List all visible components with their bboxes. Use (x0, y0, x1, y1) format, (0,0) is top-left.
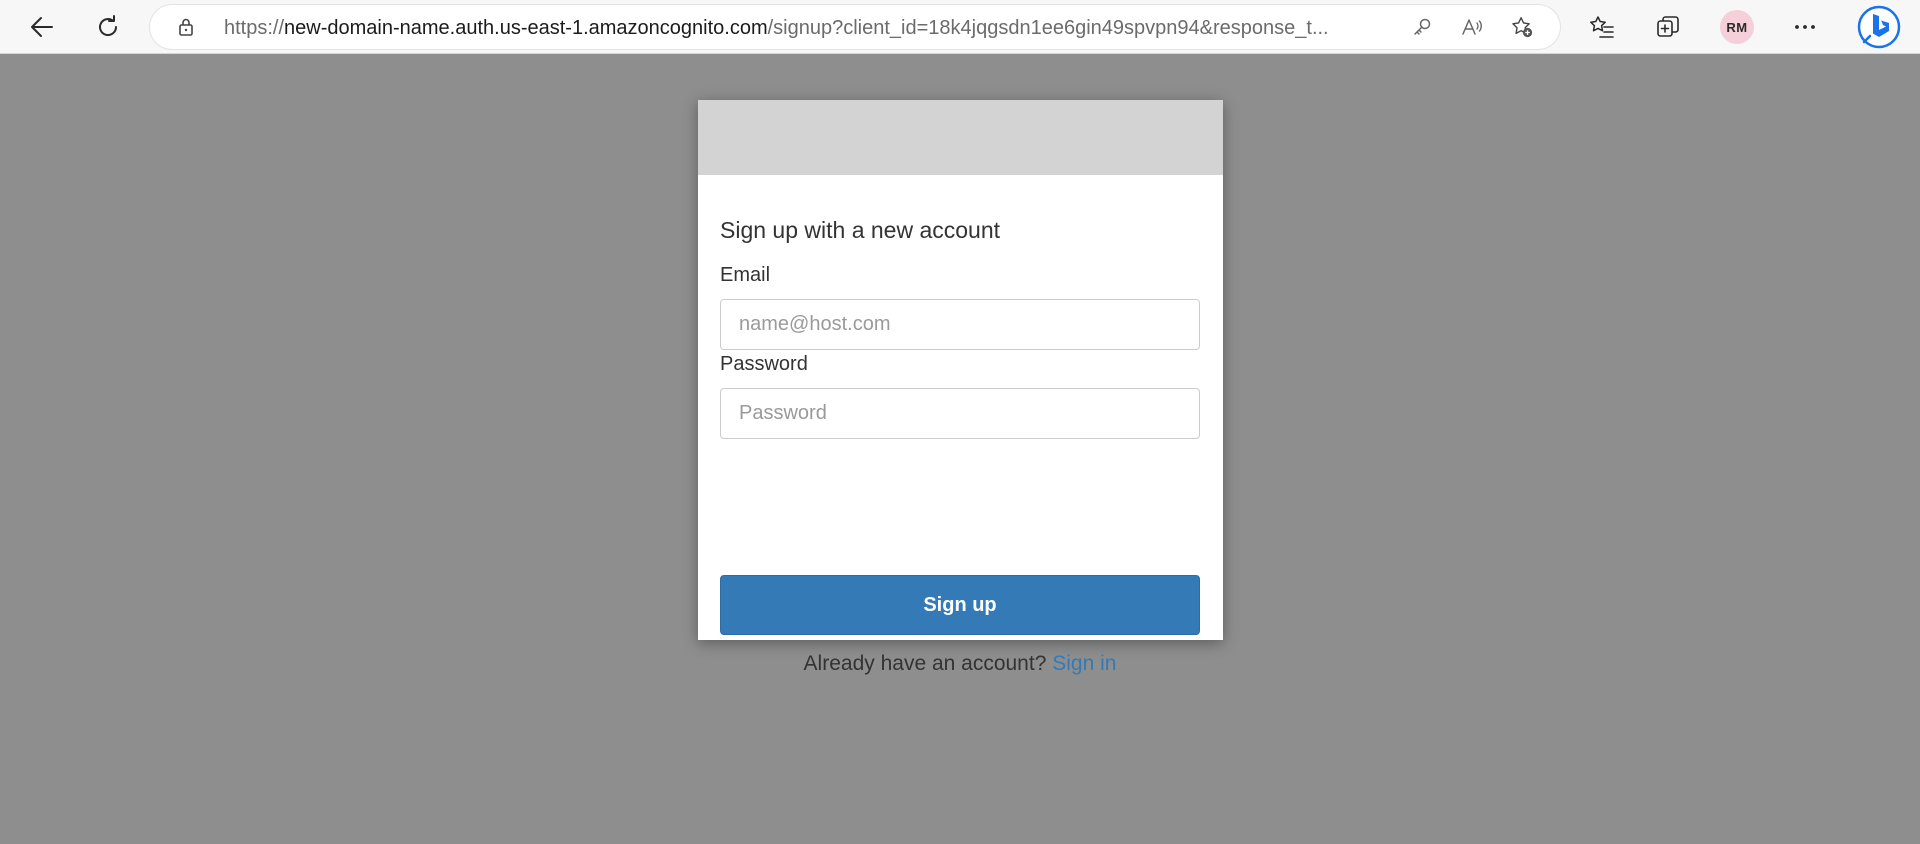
star-add-icon[interactable] (1510, 15, 1534, 39)
address-bar[interactable]: https://new-domain-name.auth.us-east-1.a… (150, 5, 1560, 49)
signin-prompt-row: Already have an account? Sign in (720, 652, 1200, 676)
form-title: Sign up with a new account (720, 217, 1001, 243)
collections-button[interactable] (1648, 7, 1688, 47)
lock-icon[interactable] (176, 17, 196, 37)
read-aloud-icon[interactable] (1460, 15, 1484, 39)
key-icon[interactable] (1410, 15, 1434, 39)
refresh-icon (95, 14, 121, 40)
card-banner (698, 100, 1223, 175)
favorites-icon (1589, 14, 1615, 40)
back-button[interactable] (22, 7, 62, 47)
url-prefix: https:// (224, 17, 285, 39)
signin-link[interactable]: Sign in (1052, 652, 1116, 675)
browser-toolbar: https://new-domain-name.auth.us-east-1.a… (0, 0, 1920, 54)
url-text[interactable]: https://new-domain-name.auth.us-east-1.a… (224, 17, 1386, 39)
password-field[interactable] (720, 388, 1200, 439)
bing-button[interactable] (1855, 3, 1903, 51)
email-field[interactable] (720, 299, 1200, 350)
email-label: Email (720, 264, 771, 286)
password-label: Password (720, 353, 808, 375)
more-button[interactable] (1785, 7, 1825, 47)
url-path: /signup?client_id=18k4jqgsdn1ee6gin49spv… (767, 17, 1329, 39)
arrow-left-icon (29, 14, 55, 40)
signin-prompt: Already have an account? (803, 652, 1047, 675)
refresh-button[interactable] (88, 7, 128, 47)
bing-icon (1856, 4, 1902, 50)
favorites-button[interactable] (1582, 7, 1622, 47)
signup-card: Sign up with a new account Email Passwor… (698, 100, 1223, 675)
more-icon (1792, 14, 1818, 40)
signup-button[interactable]: Sign up (720, 575, 1200, 635)
profile-avatar[interactable]: RM (1720, 10, 1754, 44)
url-host: new-domain-name.auth.us-east-1.amazoncog… (284, 17, 768, 39)
collections-icon (1655, 14, 1681, 40)
